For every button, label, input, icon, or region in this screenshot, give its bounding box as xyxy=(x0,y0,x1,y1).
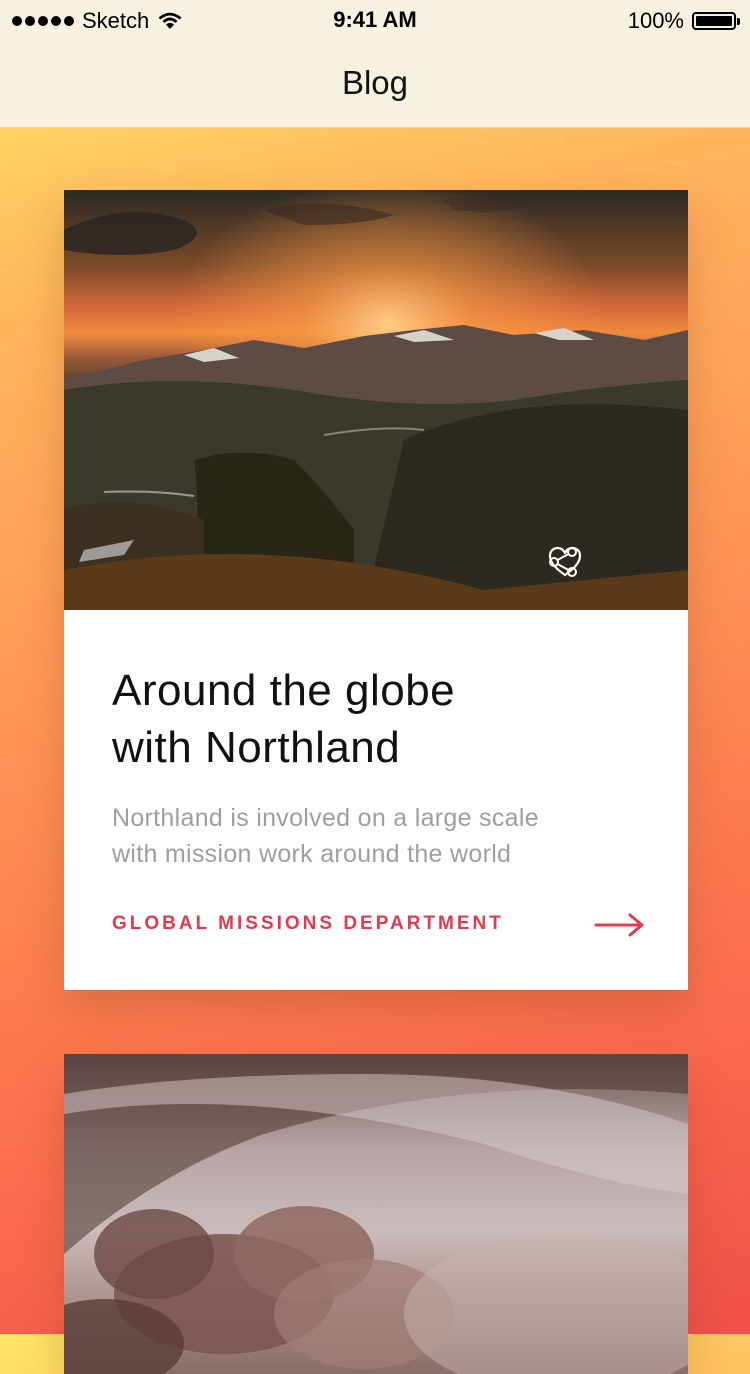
arrow-right-icon[interactable] xyxy=(594,910,646,940)
post-actions xyxy=(548,546,638,580)
heart-icon xyxy=(548,546,582,577)
clouds-illustration xyxy=(64,1054,688,1374)
page-title: Blog xyxy=(341,64,409,101)
post-title-line1: Around the globe xyxy=(112,666,456,715)
top-bar: Sketch 9:41 AM 100% Blog xyxy=(0,0,750,128)
battery-percent: 100% xyxy=(627,8,684,33)
post-footer: GLOBAL MISSIONS DEPARTMENT xyxy=(112,910,644,940)
post-title[interactable]: Around the globe with Northland xyxy=(112,662,652,776)
department-link[interactable]: GLOBAL MISSIONS DEPARTMENT xyxy=(112,913,504,935)
post-excerpt-line2: with mission work around the world xyxy=(112,840,512,868)
blog-post-card[interactable] xyxy=(64,1054,688,1374)
status-bar: Sketch 9:41 AM 100% xyxy=(0,0,750,40)
post-excerpt: Northland is involved on a large scale w… xyxy=(112,800,652,872)
post-content: Around the globe with Northland Northlan… xyxy=(112,662,652,872)
blog-post-card[interactable]: Around the globe with Northland Northlan… xyxy=(64,190,688,990)
post-excerpt-line1: Northland is involved on a large scale xyxy=(112,804,539,832)
battery-icon xyxy=(692,12,740,30)
status-right: 100% xyxy=(627,8,740,34)
post-cover-image xyxy=(64,190,688,610)
post-title-line2: with Northland xyxy=(112,723,401,772)
like-button[interactable] xyxy=(548,546,638,580)
post-cover-image xyxy=(64,1054,688,1374)
